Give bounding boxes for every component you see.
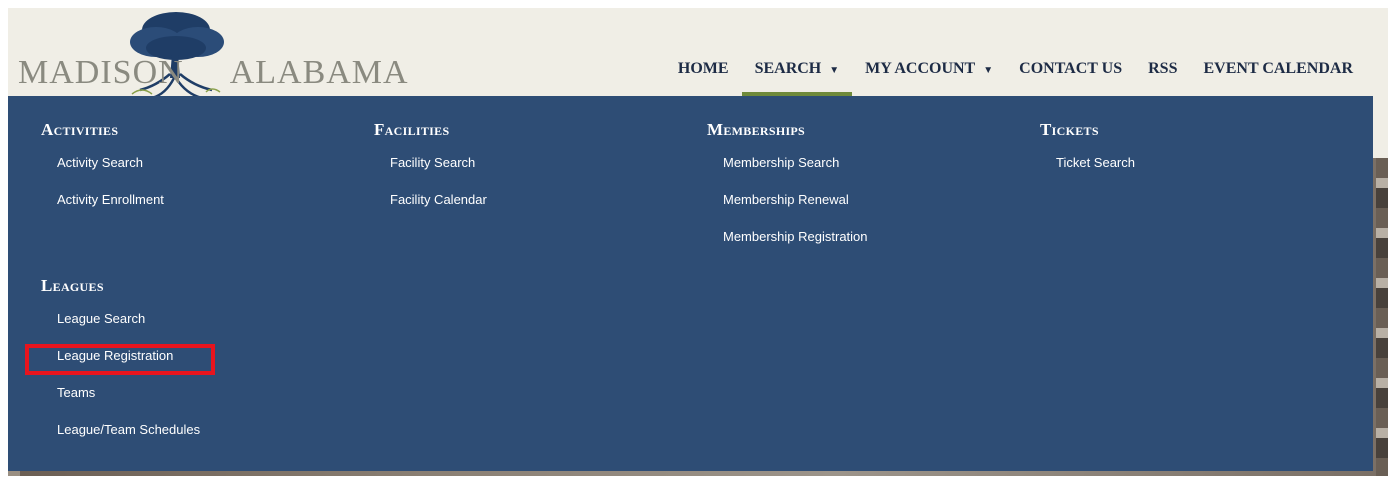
menu-link-facility-calendar[interactable]: Facility Calendar — [390, 181, 487, 218]
menu-heading-leagues: Leagues — [41, 276, 104, 295]
caret-down-icon: ▼ — [829, 65, 840, 76]
caret-down-icon: ▼ — [983, 65, 994, 76]
nav-contact-us[interactable]: CONTACT US — [1006, 58, 1135, 96]
menu-link-membership-search[interactable]: Membership Search — [723, 144, 868, 181]
menu-heading-tickets: Tickets — [1040, 120, 1099, 139]
menu-heading-memberships: Memberships — [707, 120, 806, 139]
nav-search[interactable]: SEARCH ▼ — [741, 58, 853, 97]
menu-link-facility-search[interactable]: Facility Search — [390, 144, 487, 181]
hero-stone-right — [1376, 158, 1388, 476]
main-nav: HOME SEARCH ▼ MY ACCOUNT ▼ CONTACT US RSS … — [665, 58, 1366, 97]
nav-event-calendar[interactable]: EVENT CALENDAR — [1190, 58, 1366, 96]
menu-link-league-team-schedules[interactable]: League/Team Schedules — [57, 411, 200, 448]
nav-search-label: SEARCH — [754, 60, 822, 77]
site-header: MADISON ALABAMA HOME SEARCH ▼ MY ACCOUNT ▼ … — [8, 8, 1388, 100]
menu-link-ticket-search[interactable]: Ticket Search — [1056, 144, 1135, 181]
menu-link-teams[interactable]: Teams — [57, 374, 200, 411]
logo-word-left: MADISON — [18, 54, 184, 91]
nav-my-account-label: MY ACCOUNT — [865, 60, 976, 77]
menu-heading-facilities: Facilities — [374, 120, 450, 139]
menu-column-memberships: Memberships Membership Search Membership… — [707, 120, 868, 255]
nav-event-calendar-label: EVENT CALENDAR — [1203, 60, 1353, 77]
menu-column-tickets: Tickets Ticket Search — [1040, 120, 1135, 181]
menu-column-facilities: Facilities Facility Search Facility Cale… — [374, 120, 487, 218]
nav-contact-label: CONTACT US — [1019, 60, 1123, 77]
menu-link-membership-registration[interactable]: Membership Registration — [723, 218, 868, 255]
nav-rss[interactable]: RSS — [1135, 58, 1190, 96]
logo-text: MADISON ALABAMA — [18, 54, 409, 92]
menu-link-membership-renewal[interactable]: Membership Renewal — [723, 181, 868, 218]
menu-heading-activities: Activities — [41, 120, 119, 139]
site-logo[interactable]: MADISON ALABAMA — [18, 8, 408, 100]
nav-home[interactable]: HOME — [665, 58, 742, 96]
menu-link-league-search[interactable]: League Search — [57, 300, 200, 337]
search-mega-menu: Activities Activity Search Activity Enro… — [8, 96, 1373, 471]
menu-link-activity-enrollment[interactable]: Activity Enrollment — [57, 181, 164, 218]
nav-my-account[interactable]: MY ACCOUNT ▼ — [852, 58, 1006, 96]
nav-rss-label: RSS — [1148, 60, 1178, 77]
nav-home-label: HOME — [677, 60, 729, 77]
menu-column-activities: Activities Activity Search Activity Enro… — [41, 120, 164, 218]
highlight-box-league-registration — [25, 344, 215, 375]
menu-link-activity-search[interactable]: Activity Search — [57, 144, 164, 181]
logo-word-right: ALABAMA — [229, 54, 409, 91]
